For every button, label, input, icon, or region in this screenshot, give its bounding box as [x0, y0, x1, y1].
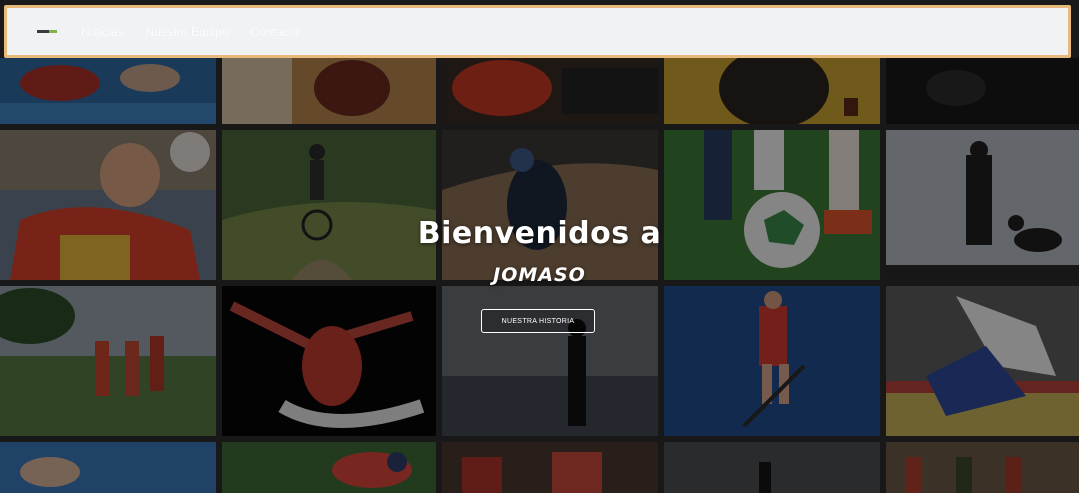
- hero-subtitle: JOMASO: [493, 264, 586, 286]
- tile-bmx: [442, 130, 658, 280]
- tile-running: [0, 286, 216, 436]
- tile-dark-scene: [886, 58, 1079, 124]
- jomaso-logo-icon[interactable]: [35, 27, 59, 37]
- tile-gymnastics: [222, 286, 436, 436]
- nav-link-noticias[interactable]: Noticias: [81, 25, 124, 39]
- navbar: Noticias Nuestro Equipo Contacto: [4, 5, 1071, 58]
- tile-swimming-2: [0, 442, 216, 493]
- tile-handball: [0, 130, 216, 280]
- tile-runners: [886, 442, 1079, 493]
- tile-football: [664, 130, 880, 280]
- nuestra-historia-button[interactable]: NUESTRA HISTORIA: [481, 309, 595, 333]
- tile-mountain-bike: [222, 130, 436, 280]
- hero-title: Bienvenidos a: [417, 216, 662, 251]
- nav-link-nuestro-equipo[interactable]: Nuestro Equipo: [146, 25, 229, 39]
- tile-dark-scene-2: [664, 442, 880, 493]
- tile-boxing: [222, 58, 436, 124]
- tile-cycling: [222, 442, 436, 493]
- nav-link-contacto[interactable]: Contacto: [250, 25, 298, 39]
- tile-swimming: [0, 58, 216, 124]
- tile-motocross: [442, 58, 658, 124]
- tile-crowd: [442, 442, 658, 493]
- tile-judo: [886, 286, 1079, 436]
- tile-field-hockey: [664, 286, 880, 436]
- tile-sprint-start: [664, 58, 880, 124]
- tile-hunter-with-dog: [886, 130, 1079, 280]
